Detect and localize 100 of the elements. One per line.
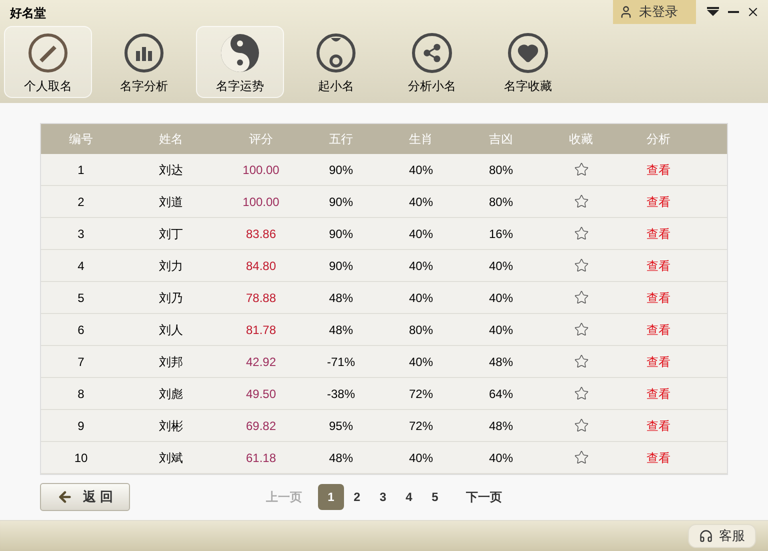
nav-tab[interactable]: 名字分析 xyxy=(100,26,188,98)
table-cell-text: 40% xyxy=(408,194,434,210)
page-number[interactable]: 1 xyxy=(318,484,344,510)
star-icon[interactable] xyxy=(573,322,589,338)
window-title: 好名堂 xyxy=(10,5,46,22)
view-link[interactable]: 查看 xyxy=(646,160,670,178)
arrow-left-icon xyxy=(57,489,74,505)
table-cell-text: 48% xyxy=(328,290,354,306)
nav-tab[interactable]: 个人取名 xyxy=(4,26,92,98)
table-cell-text: 40% xyxy=(408,290,434,306)
table-cell-text: 2 xyxy=(76,194,86,210)
star-icon[interactable] xyxy=(573,258,589,274)
view-link[interactable]: 查看 xyxy=(646,448,670,466)
star-icon[interactable] xyxy=(573,162,589,178)
star-icon[interactable] xyxy=(573,386,589,402)
table-cell-text: 48% xyxy=(488,418,514,434)
score-cell-text: 78.88 xyxy=(244,290,278,306)
table-cell-text: 刘达 xyxy=(158,162,184,178)
table-cell-text: 刘丁 xyxy=(158,226,184,242)
baby-face-icon xyxy=(316,33,356,73)
table-cell-text: 刘乃 xyxy=(158,290,184,306)
view-link[interactable]: 查看 xyxy=(646,256,670,274)
table-cell-text: 刘人 xyxy=(158,322,184,338)
score-cell-text: 100.00 xyxy=(242,162,280,178)
score-cell-text: 100.00 xyxy=(242,194,280,210)
table-cell-text: 80% xyxy=(488,162,514,178)
view-link[interactable]: 查看 xyxy=(646,384,670,402)
page-number[interactable]: 2 xyxy=(344,484,370,510)
star-icon[interactable] xyxy=(573,226,589,242)
table-cell-text: 40% xyxy=(408,258,434,274)
table-cell-text: 80% xyxy=(488,194,514,210)
table-cell-text: 刘力 xyxy=(158,258,184,274)
table-cell-text: 16% xyxy=(488,226,514,242)
table-cell-text: 64% xyxy=(488,386,514,402)
minimize-icon xyxy=(728,11,738,13)
table-cell-text: 40% xyxy=(408,450,434,466)
view-link[interactable]: 查看 xyxy=(646,416,670,434)
column-header: 分析 xyxy=(646,131,672,148)
table-cell-text: 3 xyxy=(76,226,86,242)
page-number[interactable]: 3 xyxy=(370,484,396,510)
view-link[interactable]: 查看 xyxy=(646,192,670,210)
score-cell-text: 69.82 xyxy=(244,418,278,434)
login-button[interactable]: 未登录 xyxy=(613,0,696,24)
nav-tab[interactable]: 名字收藏 xyxy=(484,26,572,98)
bar-chart-icon xyxy=(124,33,164,73)
score-cell-text: 49.50 xyxy=(244,386,278,402)
table-cell-text: 刘道 xyxy=(158,194,184,210)
page-number[interactable]: 5 xyxy=(422,484,448,510)
table-cell-text: 刘彬 xyxy=(158,418,184,434)
share-icon xyxy=(412,33,452,73)
table-cell-text: 40% xyxy=(488,322,514,338)
star-icon[interactable] xyxy=(573,450,589,466)
table-cell-text: 90% xyxy=(328,258,354,274)
view-link[interactable]: 查看 xyxy=(646,224,670,242)
column-header: 姓名 xyxy=(158,131,184,148)
column-header: 评分 xyxy=(248,131,274,148)
headset-icon xyxy=(699,529,713,543)
score-cell-text: 42.92 xyxy=(244,354,278,370)
table-cell-text: 8 xyxy=(76,386,86,402)
page-number[interactable]: 4 xyxy=(396,484,422,510)
table-cell-text: 刘邦 xyxy=(158,354,184,370)
table-cell-text: 刘彪 xyxy=(158,386,184,402)
next-page-link[interactable]: 下一页 xyxy=(466,488,502,506)
star-icon[interactable] xyxy=(573,354,589,370)
table-cell-text: 6 xyxy=(76,322,86,338)
customer-service-button[interactable]: 客服 xyxy=(688,524,756,548)
score-cell-text: 84.80 xyxy=(244,258,278,274)
table-cell-text: 7 xyxy=(76,354,86,370)
table-cell-text: 90% xyxy=(328,162,354,178)
column-header: 五行 xyxy=(328,131,354,148)
pencil-icon xyxy=(28,33,68,73)
score-cell-text: 61.18 xyxy=(244,450,278,466)
nav-tab[interactable]: 分析小名 xyxy=(388,26,476,98)
view-link[interactable]: 查看 xyxy=(646,288,670,306)
close-button[interactable] xyxy=(746,5,760,19)
view-link[interactable]: 查看 xyxy=(646,352,670,370)
table-cell-text: 48% xyxy=(488,354,514,370)
column-header: 吉凶 xyxy=(488,131,514,148)
table-cell-text: 90% xyxy=(328,194,354,210)
view-link[interactable]: 查看 xyxy=(646,320,670,338)
table-cell-text: 80% xyxy=(408,322,434,338)
nav-tab[interactable]: 起小名 xyxy=(292,26,380,98)
table-cell-text: 5 xyxy=(76,290,86,306)
star-icon[interactable] xyxy=(573,290,589,306)
menu-button[interactable] xyxy=(706,5,720,19)
nav-tab[interactable]: 名字运势 xyxy=(196,26,284,98)
table-cell-text: 72% xyxy=(408,418,434,434)
column-header: 编号 xyxy=(68,131,94,148)
dropdown-icon xyxy=(707,7,719,17)
table-cell-text: 90% xyxy=(328,226,354,242)
table-cell-text: 9 xyxy=(76,418,86,434)
back-button[interactable]: 返 回 xyxy=(40,483,130,511)
score-cell-text: 81.78 xyxy=(244,322,278,338)
table-cell-text: 40% xyxy=(408,162,434,178)
star-icon[interactable] xyxy=(573,418,589,434)
table-cell-text: 40% xyxy=(488,258,514,274)
table-cell-text: 40% xyxy=(408,354,434,370)
star-icon[interactable] xyxy=(573,194,589,210)
yin-yang-icon xyxy=(220,33,260,73)
table-cell-text: 刘斌 xyxy=(158,450,184,466)
